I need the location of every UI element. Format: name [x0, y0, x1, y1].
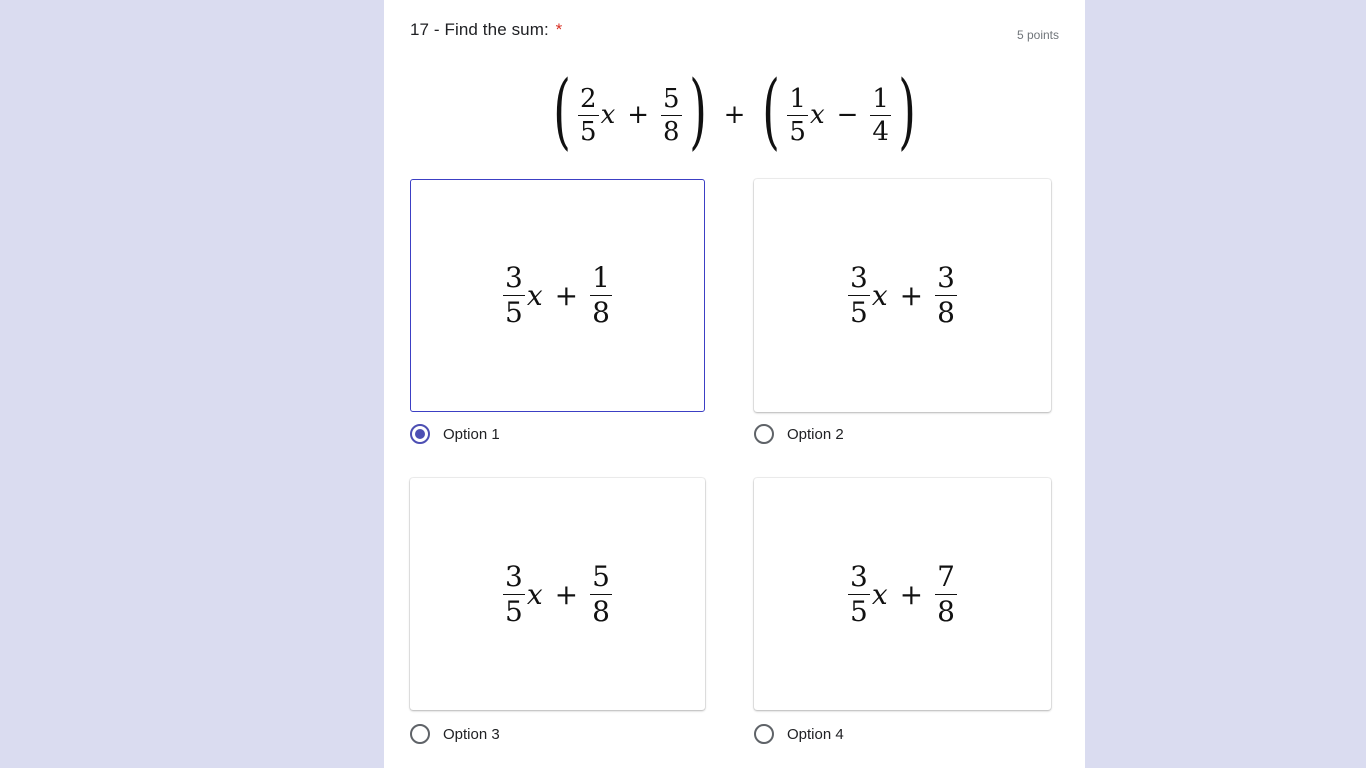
denominator: 5 [850, 296, 868, 329]
variable: x [526, 279, 543, 312]
operator: + [899, 577, 924, 611]
fraction: 3 8 [935, 264, 957, 327]
denominator: 8 [592, 594, 610, 628]
option-4-label: Option 4 [787, 725, 844, 743]
operator: + [554, 279, 579, 312]
option-3-label: Option 3 [443, 725, 500, 743]
variable: x [600, 100, 616, 130]
denominator: 4 [872, 116, 889, 147]
fraction: 3 5 [503, 559, 525, 628]
operator: − [836, 100, 859, 130]
denominator: 5 [505, 296, 523, 329]
fraction: 1 4 [870, 86, 891, 145]
open-paren: ( [762, 64, 781, 159]
numerator: 5 [592, 559, 610, 593]
operator: + [723, 100, 746, 130]
variable: x [809, 100, 825, 130]
operator: + [899, 279, 924, 312]
fraction: 5 8 [661, 86, 682, 145]
open-paren: ( [553, 64, 571, 159]
option-2-image[interactable]: 3 5 x + 3 8 [754, 179, 1051, 412]
option-1-image[interactable]: 3 5 x + 1 8 [410, 179, 705, 412]
denominator: 8 [663, 116, 680, 147]
fraction: 1 5 [787, 86, 808, 145]
option-4-image[interactable]: 3 5 x + 7 8 [754, 478, 1051, 710]
numerator: 3 [850, 261, 868, 294]
numerator: 3 [505, 261, 523, 294]
denominator: 8 [937, 594, 955, 628]
radio-selected-dot [415, 429, 425, 439]
question-expression-image: ( 2 5 x + 5 8 ) + ( 1 5 x − 1 4 ) [384, 64, 1085, 159]
option-2-radio-row[interactable]: Option 2 [754, 424, 844, 444]
fraction: 2 5 [578, 86, 599, 145]
denominator: 8 [592, 296, 610, 329]
variable: x [526, 577, 543, 611]
numerator: 3 [505, 559, 523, 593]
fraction: 1 8 [590, 264, 612, 327]
option-2-radio[interactable] [754, 424, 774, 444]
denominator: 8 [937, 296, 955, 329]
required-asterisk: * [555, 20, 563, 39]
option-1-radio-row[interactable]: Option 1 [410, 424, 500, 444]
numerator: 1 [872, 83, 889, 114]
numerator: 3 [937, 261, 955, 294]
operator: + [627, 100, 650, 130]
question-title: 17 - Find the sum: * [410, 20, 562, 40]
option-4-radio-row[interactable]: Option 4 [754, 724, 844, 744]
operator: + [554, 577, 579, 611]
option-2-label: Option 2 [787, 425, 844, 443]
numerator: 5 [663, 83, 680, 114]
fraction: 3 5 [848, 264, 870, 327]
variable: x [871, 577, 888, 611]
question-points: 5 points [1016, 28, 1059, 42]
variable: x [871, 279, 888, 312]
numerator: 1 [592, 261, 610, 294]
numerator: 1 [789, 83, 806, 114]
option-4-radio[interactable] [754, 724, 774, 744]
fraction: 7 8 [935, 559, 957, 628]
close-paren: ) [898, 64, 916, 159]
question-title-text: 17 - Find the sum: [410, 20, 549, 39]
close-paren: ) [688, 64, 707, 159]
question-card: 17 - Find the sum: * 5 points ( 2 5 x + … [384, 0, 1085, 768]
option-3-radio-row[interactable]: Option 3 [410, 724, 500, 744]
numerator: 7 [937, 559, 955, 593]
denominator: 5 [580, 116, 597, 147]
fraction: 3 5 [503, 264, 525, 327]
option-3-radio[interactable] [410, 724, 430, 744]
denominator: 5 [789, 116, 806, 147]
numerator: 3 [850, 559, 868, 593]
fraction: 5 8 [590, 559, 612, 628]
numerator: 2 [580, 83, 597, 114]
fraction: 3 5 [848, 559, 870, 628]
denominator: 5 [505, 594, 523, 628]
denominator: 5 [850, 594, 868, 628]
option-1-label: Option 1 [443, 425, 500, 443]
option-1-radio[interactable] [410, 424, 430, 444]
option-3-image[interactable]: 3 5 x + 5 8 [410, 478, 705, 710]
